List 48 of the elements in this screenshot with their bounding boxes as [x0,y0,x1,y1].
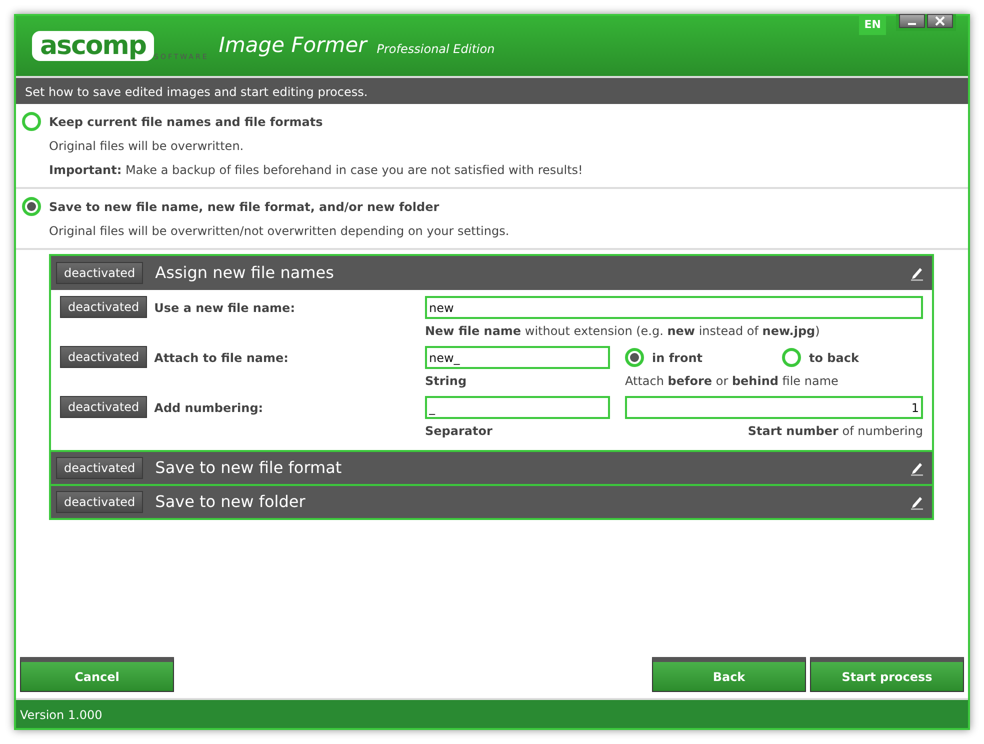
deactivated-toggle[interactable]: deactivated [60,396,148,418]
footer-button[interactable]: Start process [810,657,964,692]
field-label: Attach to file name: [154,350,288,367]
option-label: Keep current file names and file formats [49,114,323,130]
field-label: Use a new file name: [154,300,295,317]
option-label: Save to new file name, new file format, and/or new folder [49,198,440,216]
radio-button[interactable] [22,112,41,131]
pencil-icon[interactable] [910,460,924,476]
radio-button[interactable] [22,197,41,216]
field-hint: String [425,373,468,390]
field-hint: Start number of numbering [746,423,923,440]
deactivated-toggle[interactable]: deactivated [56,457,144,479]
input-field[interactable]: new [425,296,923,319]
pencil-icon[interactable] [910,494,924,510]
deactivated-toggle[interactable]: deactivated [60,296,148,318]
section-title: Assign new file names [155,262,335,284]
close-button[interactable] [927,14,953,28]
radio-label: in front [652,350,702,366]
instruction-bar: Set how to save edited images and start editing process. [16,78,968,104]
close-icon [935,16,945,26]
field-label: Add numbering: [154,400,264,417]
app-title: Image Former [218,32,367,60]
option-description: Original files will be overwritten/not overwritten depending on your settings. [49,223,510,240]
edition-label: Professional Edition [376,41,495,58]
minimize-icon [908,23,916,25]
field-hint: Attach before or behind file name [625,373,840,390]
radio-button[interactable] [625,348,644,367]
radio-label: to back [809,350,859,366]
field-hint: New file name without extension (e.g. new instead of new.jpg) [425,323,821,340]
deactivated-toggle[interactable]: deactivated [60,346,148,368]
section-header[interactable]: deactivated Assign new file names [51,256,932,290]
radio-button[interactable] [782,348,801,367]
field-hint: Separator [425,423,494,440]
option-description: Important: Make a backup of files beforehand in case you are not satisfied with results! [49,162,584,179]
input-field[interactable]: _ [425,396,610,419]
deactivated-toggle[interactable]: deactivated [56,491,144,513]
status-bar: Version 1.000 [16,698,968,728]
section-title: Save to new file format [155,457,343,479]
logo: ascomp [32,31,154,61]
input-field[interactable]: new_ [425,346,610,369]
minimize-button[interactable] [899,14,925,28]
deactivated-toggle[interactable]: deactivated [56,262,144,284]
section-title: Save to new folder [155,491,306,513]
section-header[interactable]: deactivated Save to new folder [51,484,932,518]
input-field[interactable]: 1 [625,396,923,419]
option-description: Original files will be overwritten. [49,138,245,155]
section-header[interactable]: deactivated Save to new file format [51,450,932,484]
pencil-icon[interactable] [910,266,924,280]
